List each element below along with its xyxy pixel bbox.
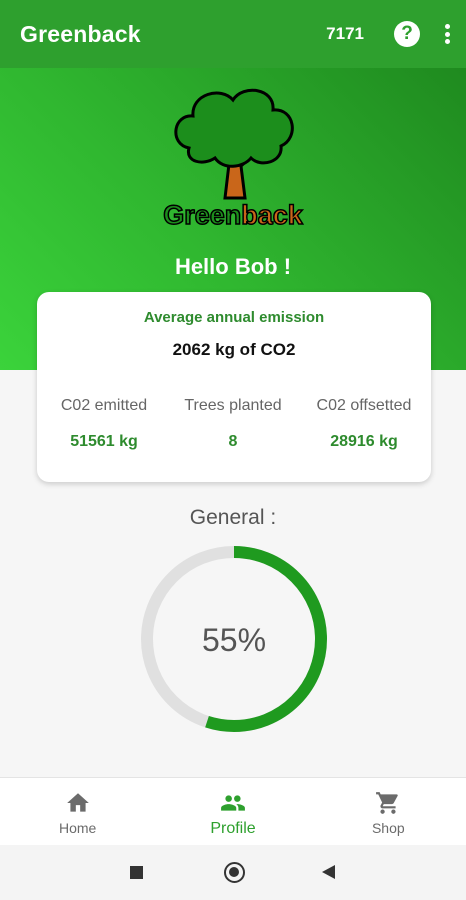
- stat-value: 8: [228, 433, 238, 450]
- help-icon[interactable]: ?: [394, 21, 420, 47]
- stat-co2-offsetted: C02 offsetted 28916 kg: [299, 397, 429, 451]
- system-home-icon[interactable]: [224, 862, 245, 883]
- greenback-logo: Greenback: [162, 88, 305, 231]
- app-title: Greenback: [20, 20, 141, 47]
- nav-home[interactable]: Home: [0, 778, 155, 845]
- emission-summary-card: Average annual emission 2062 kg of CO2 C…: [37, 292, 431, 482]
- stat-trees-planted: Trees planted 8: [168, 397, 298, 451]
- points-counter[interactable]: 7171: [326, 24, 364, 44]
- progress-percent: 55%: [202, 622, 266, 658]
- stat-label: C02 emitted: [60, 397, 148, 414]
- app-bar: Greenback 7171 ?: [0, 0, 466, 68]
- stat-value: 51561 kg: [70, 433, 138, 450]
- cart-icon: [376, 792, 399, 814]
- stat-value: 28916 kg: [330, 433, 398, 450]
- nav-profile[interactable]: Profile: [155, 778, 310, 845]
- nav-label: Home: [58, 820, 97, 836]
- general-progress-ring: 55%: [141, 546, 327, 732]
- more-vert-icon[interactable]: [442, 21, 452, 47]
- general-label: General :: [189, 506, 277, 529]
- nav-shop[interactable]: Shop: [311, 778, 466, 845]
- nav-label: Profile: [210, 820, 256, 837]
- logo-wordmark: Greenback: [163, 200, 304, 230]
- nav-label: Shop: [371, 820, 405, 836]
- people-icon: [221, 795, 245, 811]
- recents-icon[interactable]: [130, 866, 143, 879]
- stat-label: C02 offsetted: [316, 397, 412, 414]
- bottom-navigation: Home Profile Shop: [0, 777, 466, 845]
- greeting: Hello Bob !: [174, 254, 292, 279]
- home-icon: [66, 793, 89, 812]
- average-emission-label: Average annual emission: [143, 309, 325, 326]
- average-emission-value: 2062 kg of CO2: [172, 340, 296, 359]
- system-navigation-bar: [0, 845, 466, 900]
- back-icon[interactable]: [322, 865, 335, 879]
- stat-label: Trees planted: [184, 397, 282, 414]
- stat-co2-emitted: C02 emitted 51561 kg: [39, 397, 169, 451]
